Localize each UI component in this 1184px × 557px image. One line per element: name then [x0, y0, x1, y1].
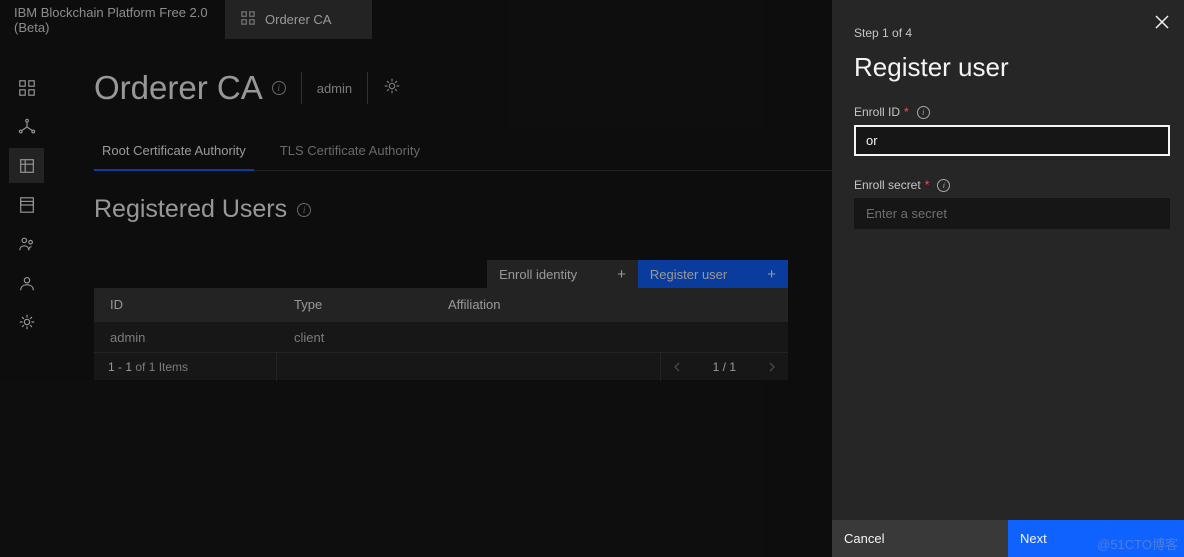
panel-footer: Cancel Next	[832, 520, 1184, 557]
enroll-id-label: Enroll ID * i	[854, 105, 1170, 119]
panel-form: Enroll ID * i Enroll secret * i	[832, 105, 1184, 520]
enroll-id-input[interactable]	[854, 125, 1170, 156]
next-button[interactable]: Next	[1008, 520, 1184, 557]
label-text: Enroll secret	[854, 178, 921, 192]
panel-step: Step 1 of 4	[832, 0, 1184, 40]
info-icon[interactable]: i	[937, 179, 950, 192]
panel-title: Register user	[832, 40, 1184, 105]
required-asterisk: *	[904, 105, 909, 119]
required-asterisk: *	[925, 178, 930, 192]
label-text: Enroll ID	[854, 105, 900, 119]
enroll-secret-label: Enroll secret * i	[854, 178, 1170, 192]
info-icon[interactable]: i	[917, 106, 930, 119]
enroll-secret-input[interactable]	[854, 198, 1170, 229]
register-user-panel: Step 1 of 4 Register user Enroll ID * i …	[832, 0, 1184, 557]
close-icon[interactable]	[1154, 14, 1170, 35]
cancel-button[interactable]: Cancel	[832, 520, 1008, 557]
